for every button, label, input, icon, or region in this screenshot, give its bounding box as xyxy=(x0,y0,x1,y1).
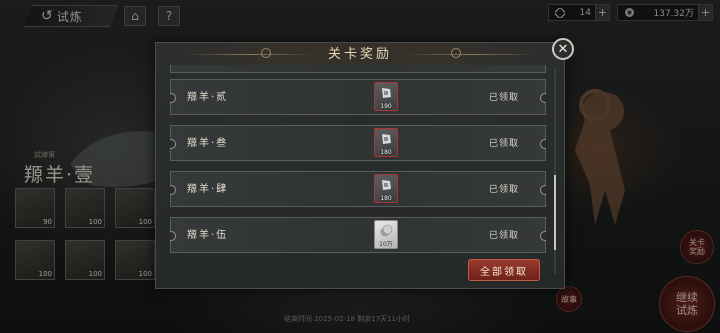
claimed-status: 已领取 xyxy=(489,185,520,195)
claimed-status: 已领取 xyxy=(489,139,520,149)
modal-header: 关卡奖励 xyxy=(156,43,564,67)
reward-row: 羱羊·肆 180 已领取 xyxy=(170,171,546,207)
claim-all-button[interactable]: 全部领取 xyxy=(468,259,540,281)
silver-coin-icon xyxy=(380,224,393,237)
reward-stage-name: 羱羊·肆 xyxy=(187,184,229,195)
shard-icon xyxy=(382,88,391,98)
reward-stage-name: 羱羊·伍 xyxy=(187,230,229,241)
close-icon: ✕ xyxy=(557,41,569,57)
scrollbar-thumb[interactable] xyxy=(554,175,556,250)
reward-quantity: 190 xyxy=(380,103,392,110)
reward-stage-name: 羱羊·叁 xyxy=(187,138,229,149)
shard-icon xyxy=(382,134,391,144)
shard-icon xyxy=(382,180,391,190)
reward-quantity: 10万 xyxy=(379,241,393,248)
reward-item[interactable]: 190 xyxy=(374,82,398,111)
reward-quantity: 180 xyxy=(380,149,392,156)
reward-row: 羱羊·贰 190 已领取 xyxy=(170,79,546,115)
claimed-status: 已领取 xyxy=(489,231,520,241)
reward-row-partial xyxy=(170,65,546,73)
claim-all-label: 全部领取 xyxy=(480,266,528,278)
reward-item[interactable]: 180 xyxy=(374,128,398,157)
close-button[interactable]: ✕ xyxy=(552,38,574,60)
claimed-status: 已领取 xyxy=(489,93,520,103)
reward-list-scrollbar[interactable] xyxy=(554,69,556,274)
reward-row: 羱羊·叁 180 已领取 xyxy=(170,125,546,161)
reward-quantity: 180 xyxy=(380,195,392,202)
reward-row: 羱羊·伍 10万 已领取 xyxy=(170,217,546,253)
modal-title: 关卡奖励 xyxy=(327,47,392,62)
reward-item[interactable]: 10万 xyxy=(374,220,398,249)
reward-list[interactable]: 羱羊·贰 190 已领取 羱羊·叁 180 已领取 羱羊·肆 180 已领取 羱… xyxy=(170,65,546,277)
stage-rewards-modal: 关卡奖励 羱羊·贰 190 已领取 羱羊·叁 180 已领取 羱羊·肆 180 xyxy=(155,42,565,289)
reward-item[interactable]: 180 xyxy=(374,174,398,203)
reward-stage-name: 羱羊·贰 xyxy=(187,92,229,103)
